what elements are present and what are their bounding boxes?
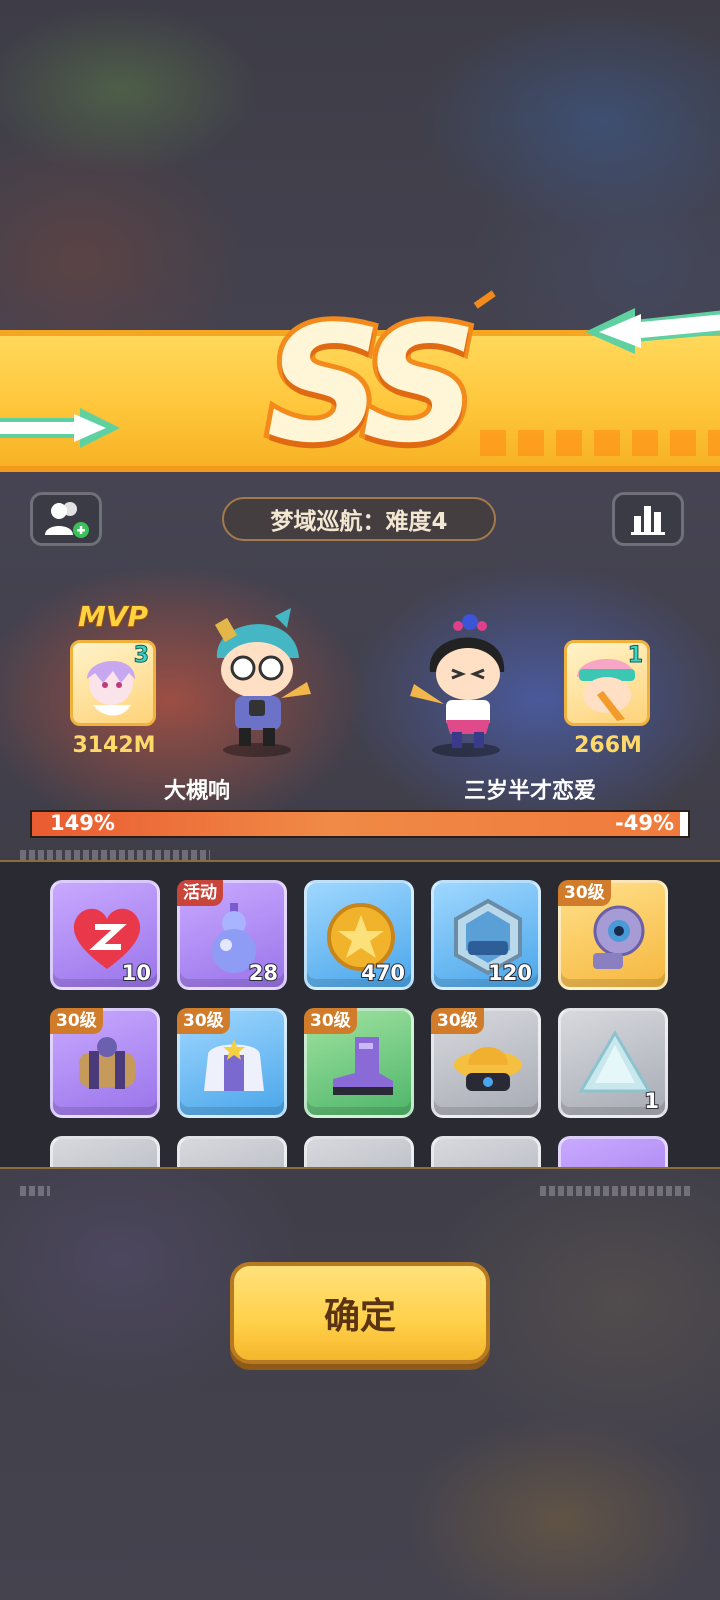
bar-chart-icon bbox=[631, 506, 665, 535]
mvp-badge: MVP bbox=[77, 599, 149, 634]
level-tag: 30级 bbox=[304, 1008, 357, 1034]
grade-text: SS bbox=[262, 286, 483, 483]
arrow-right-decoration-icon bbox=[0, 408, 120, 448]
reward-item[interactable]: 30级 bbox=[431, 1008, 541, 1118]
confirm-button[interactable]: 确定 bbox=[230, 1262, 490, 1364]
stage-title: 梦域巡航：难度4 bbox=[222, 497, 496, 541]
crystal-icon bbox=[578, 1030, 652, 1093]
reward-quantity: 470 bbox=[360, 960, 406, 986]
reward-quantity: 1 bbox=[643, 1088, 660, 1114]
level-tag: 30级 bbox=[431, 1008, 484, 1034]
level-tag: 30级 bbox=[558, 880, 611, 906]
reward-item[interactable]: 120 bbox=[431, 880, 541, 990]
reward-item[interactable]: 470 bbox=[304, 880, 414, 990]
reward-item[interactable] bbox=[177, 1136, 287, 1167]
divider-decoration bbox=[540, 1186, 690, 1196]
player1-name: 大槻响 bbox=[163, 779, 230, 804]
comparison-right-segment bbox=[680, 812, 688, 836]
level-tag: 30级 bbox=[50, 1008, 103, 1034]
boot-icon bbox=[333, 1037, 393, 1095]
damage-comparison-bar: 149% -49% bbox=[30, 810, 690, 838]
reward-item[interactable] bbox=[431, 1136, 541, 1167]
companion-level: 1 bbox=[627, 643, 643, 669]
reward-item[interactable] bbox=[50, 1136, 160, 1167]
reward-item[interactable]: 30级 bbox=[50, 1008, 160, 1118]
companion-level: 3 bbox=[133, 643, 149, 669]
player2-companion-card[interactable]: 1 bbox=[564, 640, 650, 726]
reward-quantity: 10 bbox=[121, 960, 152, 986]
reward-item[interactable]: 30级 bbox=[558, 880, 668, 990]
player2-score: 266M bbox=[574, 733, 642, 758]
add-friend-icon bbox=[45, 502, 89, 538]
barrel-icon bbox=[79, 1037, 135, 1089]
right-percent: -49% bbox=[615, 811, 674, 835]
divider-decoration bbox=[20, 1186, 50, 1196]
player1-score: 3142M bbox=[72, 733, 156, 758]
stats-button[interactable] bbox=[612, 492, 684, 546]
level-tag: 30级 bbox=[177, 1008, 230, 1034]
reward-item[interactable]: 30级 bbox=[177, 1008, 287, 1118]
duck-helmet-icon bbox=[454, 1047, 522, 1091]
reward-item[interactable]: 30级 bbox=[304, 1008, 414, 1118]
reward-item[interactable]: 1 bbox=[558, 1008, 668, 1118]
player2-name: 三岁半才恋爱 bbox=[463, 779, 596, 804]
eye-gauntlet-icon bbox=[593, 905, 645, 969]
reward-item[interactable] bbox=[304, 1136, 414, 1167]
reward-quantity: 120 bbox=[487, 960, 533, 986]
event-tag: 活动 bbox=[177, 880, 223, 906]
player2-character-icon bbox=[410, 614, 505, 757]
player1-companion-card[interactable]: 3 bbox=[70, 640, 156, 726]
divider-decoration bbox=[20, 850, 210, 860]
arrow-left-decoration-icon bbox=[585, 308, 720, 354]
add-friend-button[interactable] bbox=[30, 492, 102, 546]
grade-emblem: SS bbox=[230, 286, 500, 483]
rewards-panel: 10 活动 28 470 120 30级 30级 30级 30级 30级 1 bbox=[0, 860, 720, 1169]
reward-item[interactable] bbox=[558, 1136, 668, 1167]
reward-quantity: 28 bbox=[248, 960, 279, 986]
jacket-icon bbox=[204, 1039, 264, 1091]
reward-item[interactable]: 10 bbox=[50, 880, 160, 990]
player1-character-icon bbox=[214, 608, 311, 757]
left-percent: 149% bbox=[50, 811, 115, 835]
reward-item[interactable]: 活动 28 bbox=[177, 880, 287, 990]
